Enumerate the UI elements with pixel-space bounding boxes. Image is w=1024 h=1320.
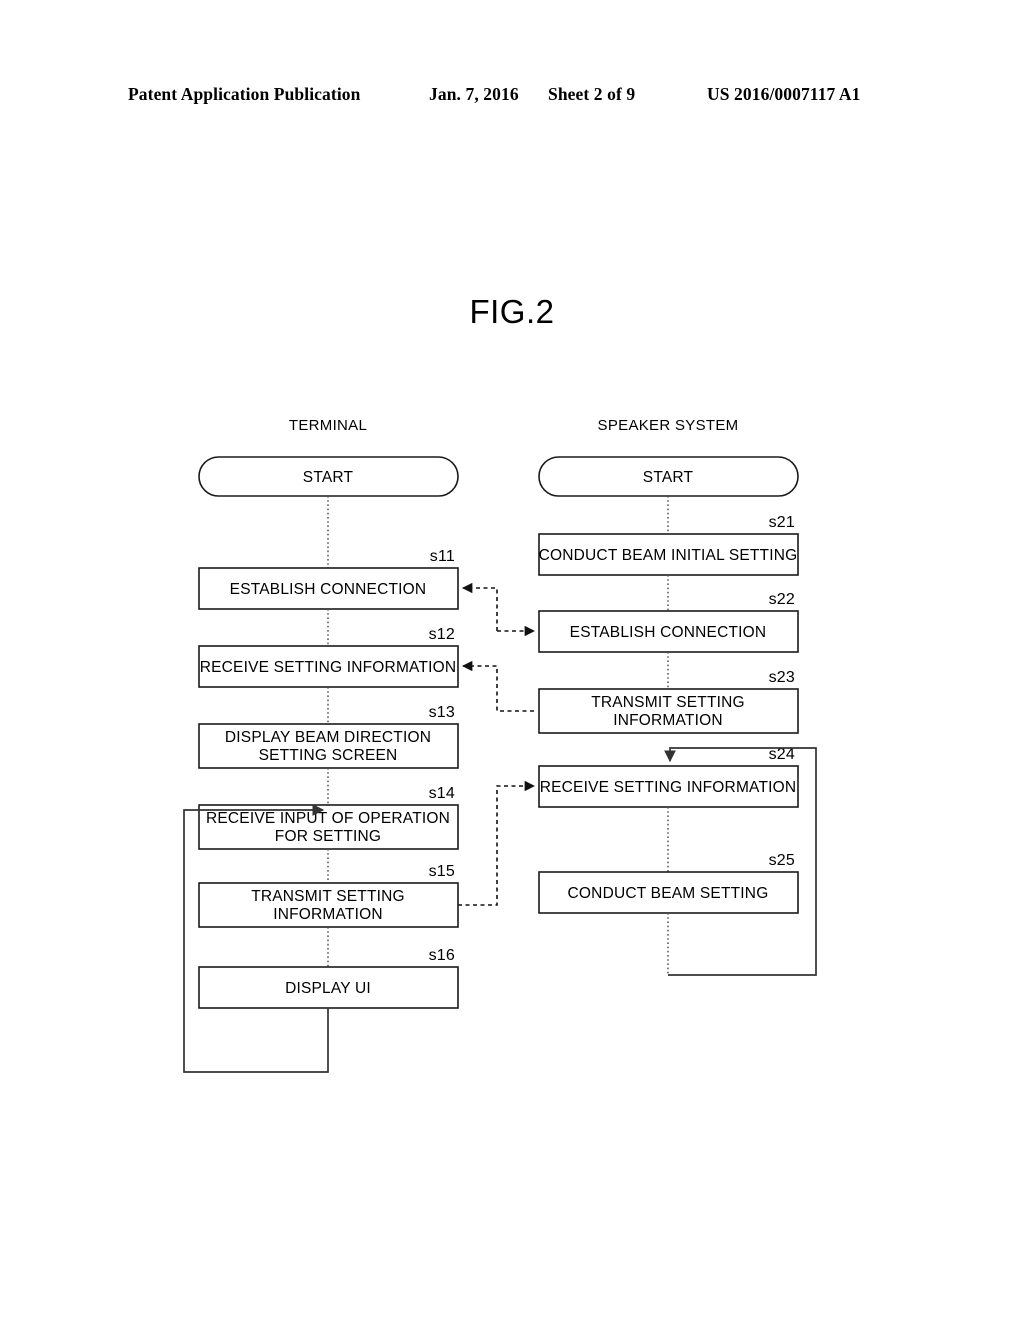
msg-s15-to-s24 <box>458 780 536 906</box>
node-start-left-label: START <box>303 469 354 486</box>
node-s11-label: ESTABLISH CONNECTION <box>230 581 427 598</box>
step-id-s15: s15 <box>429 863 455 880</box>
msg-s22-to-s11 <box>461 582 498 631</box>
step-id-s25: s25 <box>769 852 795 869</box>
node-s25-label: CONDUCT BEAM SETTING <box>568 885 769 902</box>
step-id-s22: s22 <box>769 591 795 608</box>
node-s14-label-line1: RECEIVE INPUT OF OPERATION <box>206 810 450 827</box>
node-s24-label: RECEIVE SETTING INFORMATION <box>540 779 797 796</box>
node-s12-label: RECEIVE SETTING INFORMATION <box>200 659 457 676</box>
step-id-s13: s13 <box>429 704 455 721</box>
node-s23-label-line1: TRANSMIT SETTING <box>591 694 745 711</box>
flowchart-diagram: TERMINAL SPEAKER SYSTEM START ESTABLISH … <box>183 417 817 1073</box>
node-s16-label: DISPLAY UI <box>285 980 371 997</box>
step-id-s16: s16 <box>429 947 455 964</box>
step-id-s23: s23 <box>769 669 795 686</box>
node-s13-label-line2: SETTING SCREEN <box>259 747 398 764</box>
column-header-speaker-system: SPEAKER SYSTEM <box>598 417 739 434</box>
node-s15-label-line1: TRANSMIT SETTING <box>251 888 405 905</box>
step-id-s14: s14 <box>429 785 455 802</box>
node-s14-label-line2: FOR SETTING <box>275 828 381 845</box>
node-s21-label: CONDUCT BEAM INITIAL SETTING <box>539 547 798 564</box>
node-s22-label: ESTABLISH CONNECTION <box>570 624 767 641</box>
step-id-s12: s12 <box>429 626 455 643</box>
node-s15-label-line2: INFORMATION <box>273 906 383 923</box>
msg-s23-to-s12 <box>461 660 534 712</box>
step-id-s21: s21 <box>769 514 795 531</box>
column-header-terminal: TERMINAL <box>289 417 367 434</box>
node-s23-label-line2: INFORMATION <box>613 712 723 729</box>
node-start-right-label: START <box>643 469 694 486</box>
step-id-s11: s11 <box>430 548 455 565</box>
node-s13-label-line1: DISPLAY BEAM DIRECTION <box>225 729 431 746</box>
